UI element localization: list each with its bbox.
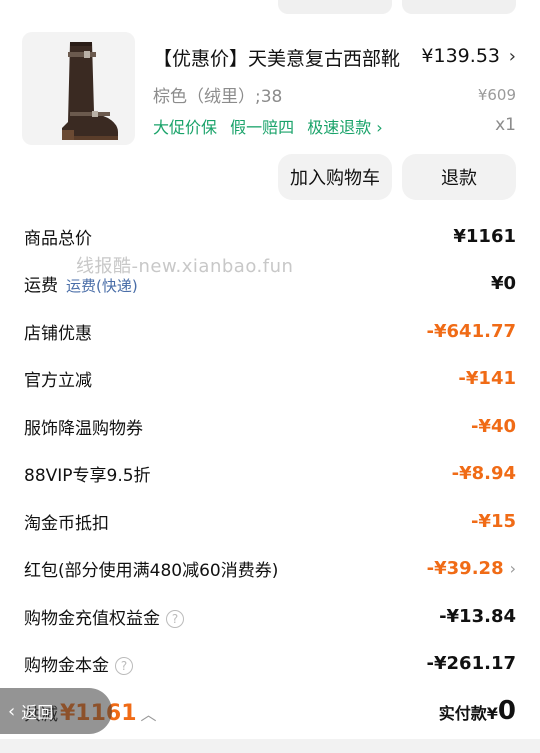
price-row-coins: 淘金币抵扣 -¥15	[24, 506, 516, 536]
price-row-clothing-coupon: 服饰降温购物券 -¥40	[24, 411, 516, 441]
refund-button[interactable]: 退款	[402, 154, 516, 200]
product-price: ¥139.53	[421, 45, 500, 67]
row-value: -¥641.77	[426, 320, 516, 342]
help-icon[interactable]: ?	[166, 610, 184, 628]
price-row-shop-discount: 店铺优惠 -¥641.77	[24, 316, 516, 346]
chevron-right-icon[interactable]: ›	[510, 559, 516, 578]
help-icon[interactable]: ?	[115, 657, 133, 675]
actual-payment: 实付款¥ 0	[439, 696, 516, 726]
row-label: 88VIP专享9.5折	[24, 465, 151, 486]
top-button-partial-left[interactable]	[278, 0, 392, 14]
tag-fake-compensation[interactable]: 假一赔四	[230, 118, 294, 137]
row-value: -¥141	[458, 367, 516, 389]
row-label: 店铺优惠	[24, 323, 92, 344]
row-label: 服饰降温购物券	[24, 418, 143, 439]
row-value: -¥8.94	[451, 462, 516, 484]
price-row-shopping-credit-principal: 购物金本金? -¥261.17	[24, 648, 516, 678]
row-label: 购物金本金	[24, 655, 109, 676]
row-value: -¥39.28	[426, 557, 504, 579]
row-value: -¥13.84	[439, 605, 516, 627]
row-value: -¥40	[470, 415, 516, 437]
product-quantity: x1	[495, 115, 516, 135]
price-row-88vip: 88VIP专享9.5折 -¥8.94	[24, 458, 516, 488]
product-spec: 棕色（绒里）;38	[153, 87, 283, 107]
price-row-shipping: 运费 运费(快递) ¥0	[24, 268, 516, 298]
price-row-shopping-credit-bonus: 购物金充值权益金? -¥13.84	[24, 601, 516, 631]
row-label: 淘金币抵扣	[24, 513, 109, 534]
boot-icon	[62, 42, 118, 140]
product-title[interactable]: 【优惠价】天美意复古西部靴	[153, 44, 400, 71]
row-label: 商品总价	[24, 228, 92, 249]
add-to-cart-button[interactable]: 加入购物车	[278, 154, 392, 200]
back-label: 返回	[21, 703, 54, 722]
chevron-right-icon[interactable]: ›	[509, 46, 516, 67]
row-label: 红包(部分使用满480减60消费券)	[24, 560, 279, 581]
chevron-left-icon: ‹	[8, 700, 16, 722]
row-label: 官方立减	[24, 370, 92, 391]
tag-fast-refund[interactable]: 极速退款 ›	[307, 118, 383, 137]
actual-payment-label: 实付款¥	[438, 704, 498, 723]
back-button[interactable]: ‹ 返回	[0, 688, 112, 734]
price-row-red-packet[interactable]: 红包(部分使用满480减60消费券) -¥39.28 ›	[24, 553, 516, 583]
row-value: -¥15	[470, 510, 516, 532]
chevron-up-icon[interactable]: ︿	[141, 701, 157, 725]
original-price: ¥609	[477, 86, 516, 104]
row-label: 运费	[24, 275, 58, 296]
tag-price-protect[interactable]: 大促价保	[153, 118, 217, 137]
order-detail-card: 【优惠价】天美意复古西部靴 ¥139.53 › 棕色（绒里）;38 ¥609 大…	[0, 0, 540, 753]
top-button-partial-right[interactable]	[402, 0, 516, 14]
row-value: ¥0	[490, 272, 516, 294]
bottom-strip	[0, 739, 540, 753]
price-row-total: 商品总价 ¥1161	[24, 221, 516, 251]
service-tags[interactable]: 大促价保 假一赔四 极速退款 ›	[153, 114, 391, 138]
row-label: 购物金充值权益金	[24, 608, 160, 629]
row-value: -¥261.17	[426, 652, 516, 674]
shipping-link[interactable]: 运费(快递)	[66, 277, 138, 295]
product-image[interactable]	[22, 32, 135, 145]
row-value: ¥1161	[453, 225, 516, 247]
price-row-official-discount: 官方立减 -¥141	[24, 363, 516, 393]
actual-payment-amount: 0	[497, 696, 516, 726]
